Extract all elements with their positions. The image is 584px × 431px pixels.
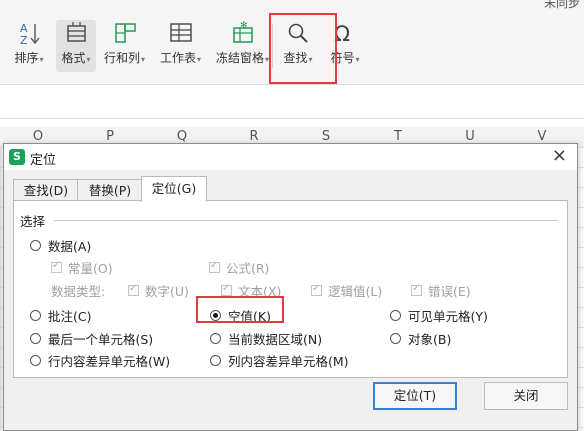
option-visible-label: 可见单元格(Y) — [408, 309, 488, 324]
option-last-cell-label: 最后一个单元格(S) — [48, 332, 154, 347]
option-comment[interactable]: 批注(C) — [30, 306, 91, 325]
svg-text:Z: Z — [20, 34, 28, 46]
format-button[interactable]: 格式▾ — [56, 20, 96, 72]
worksheet-icon — [169, 23, 192, 42]
radio-comment[interactable] — [30, 310, 41, 321]
dialog-titlebar[interactable]: S 定位 × — [4, 144, 577, 170]
group-divider — [54, 220, 558, 221]
option-last-cell[interactable]: 最后一个单元格(S) — [30, 329, 153, 348]
sort-label: 排序 — [14, 51, 39, 65]
radio-col-diff[interactable] — [210, 355, 221, 366]
goto-dialog: S 定位 × 查找(D) 替换(P) 定位(G) 选择 数据(A) 常量(O) … — [3, 143, 578, 431]
option-current-region-label: 当前数据区域(N) — [228, 332, 323, 347]
option-error: 错误(E) — [411, 281, 471, 300]
option-data-label: 数据(A) — [48, 239, 92, 254]
option-data[interactable]: 数据(A) — [30, 236, 91, 255]
locate-button[interactable]: 定位(T) — [373, 382, 457, 410]
option-row-diff[interactable]: 行内容差异单元格(W) — [30, 351, 170, 370]
option-formula: 公式(R) — [209, 258, 269, 277]
checkbox-error — [411, 283, 422, 296]
column-header-u[interactable]: U — [435, 129, 505, 144]
checkbox-constant — [51, 260, 62, 273]
option-error-label: 错误(E) — [428, 284, 471, 299]
radio-visible[interactable] — [390, 310, 401, 321]
dialog-title: 定位 — [30, 153, 57, 168]
option-current-region[interactable]: 当前数据区域(N) — [210, 329, 322, 348]
group-title: 选择 — [20, 211, 50, 230]
sync-status[interactable]: 未同步 — [544, 0, 580, 11]
column-header-q[interactable]: Q — [147, 129, 217, 144]
sort-button[interactable]: A Z 排序▾ — [14, 20, 44, 72]
rows-columns-icon — [114, 23, 136, 43]
format-icon — [67, 22, 86, 42]
option-col-diff-label: 列内容差异单元格(M) — [228, 354, 349, 369]
tab-panel: 选择 数据(A) 常量(O) 公式(R) 数据类型: 数字(U) 文本(X) 逻… — [13, 200, 568, 378]
option-number: 数字(U) — [128, 281, 189, 300]
freeze-icon: ✻ — [232, 21, 253, 43]
column-header-s[interactable]: S — [291, 129, 361, 144]
svg-text:✻: ✻ — [240, 21, 248, 31]
wps-logo-icon: S — [9, 149, 25, 165]
sheet-button[interactable]: 工作表▾ — [160, 20, 201, 72]
sort-icon: A Z — [20, 22, 40, 46]
option-visible[interactable]: 可见单元格(Y) — [390, 306, 488, 325]
option-comment-label: 批注(C) — [48, 309, 92, 324]
option-object[interactable]: 对象(B) — [390, 329, 451, 348]
data-type-label: 数据类型: — [51, 284, 106, 299]
formula-bar[interactable] — [0, 94, 584, 119]
find-highlight-box — [269, 13, 337, 84]
close-icon[interactable]: × — [552, 145, 567, 166]
close-button[interactable]: 关闭 — [484, 382, 568, 410]
option-number-label: 数字(U) — [145, 284, 189, 299]
option-logic-label: 逻辑值(L) — [328, 284, 383, 299]
sheet-label: 工作表 — [160, 51, 197, 65]
radio-last-cell[interactable] — [30, 333, 41, 344]
freeze-panes-button[interactable]: ✻ 冻结窗格▾ — [216, 20, 269, 72]
checkbox-formula — [209, 260, 220, 273]
column-header-t[interactable]: T — [363, 129, 433, 144]
option-constant-label: 常量(O) — [68, 261, 113, 276]
radio-row-diff[interactable] — [30, 355, 41, 366]
checkbox-logic — [311, 283, 322, 296]
tab-replace[interactable]: 替换(P) — [77, 179, 143, 201]
rowcol-label: 行和列 — [104, 51, 141, 65]
column-header-v[interactable]: V — [507, 129, 577, 144]
tab-find[interactable]: 查找(D) — [13, 179, 79, 201]
radio-data[interactable] — [30, 240, 41, 251]
checkbox-number — [128, 283, 139, 296]
option-row-diff-label: 行内容差异单元格(W) — [48, 354, 171, 369]
rowcol-button[interactable]: 行和列▾ — [104, 20, 145, 72]
option-constant: 常量(O) — [51, 258, 113, 277]
blank-highlight-box — [196, 296, 284, 323]
column-header-o[interactable]: O — [3, 129, 73, 144]
radio-object[interactable] — [390, 333, 401, 344]
format-label: 格式 — [61, 51, 86, 65]
option-object-label: 对象(B) — [408, 332, 452, 347]
radio-current-region[interactable] — [210, 333, 221, 344]
option-formula-label: 公式(R) — [226, 261, 270, 276]
column-header-r[interactable]: R — [219, 129, 289, 144]
tab-goto[interactable]: 定位(G) — [141, 176, 207, 202]
checkbox-text — [221, 283, 232, 296]
option-col-diff[interactable]: 列内容差异单元格(M) — [210, 351, 349, 370]
option-logic: 逻辑值(L) — [311, 281, 382, 300]
column-header-p[interactable]: P — [75, 129, 145, 144]
freeze-label: 冻结窗格 — [216, 51, 265, 65]
